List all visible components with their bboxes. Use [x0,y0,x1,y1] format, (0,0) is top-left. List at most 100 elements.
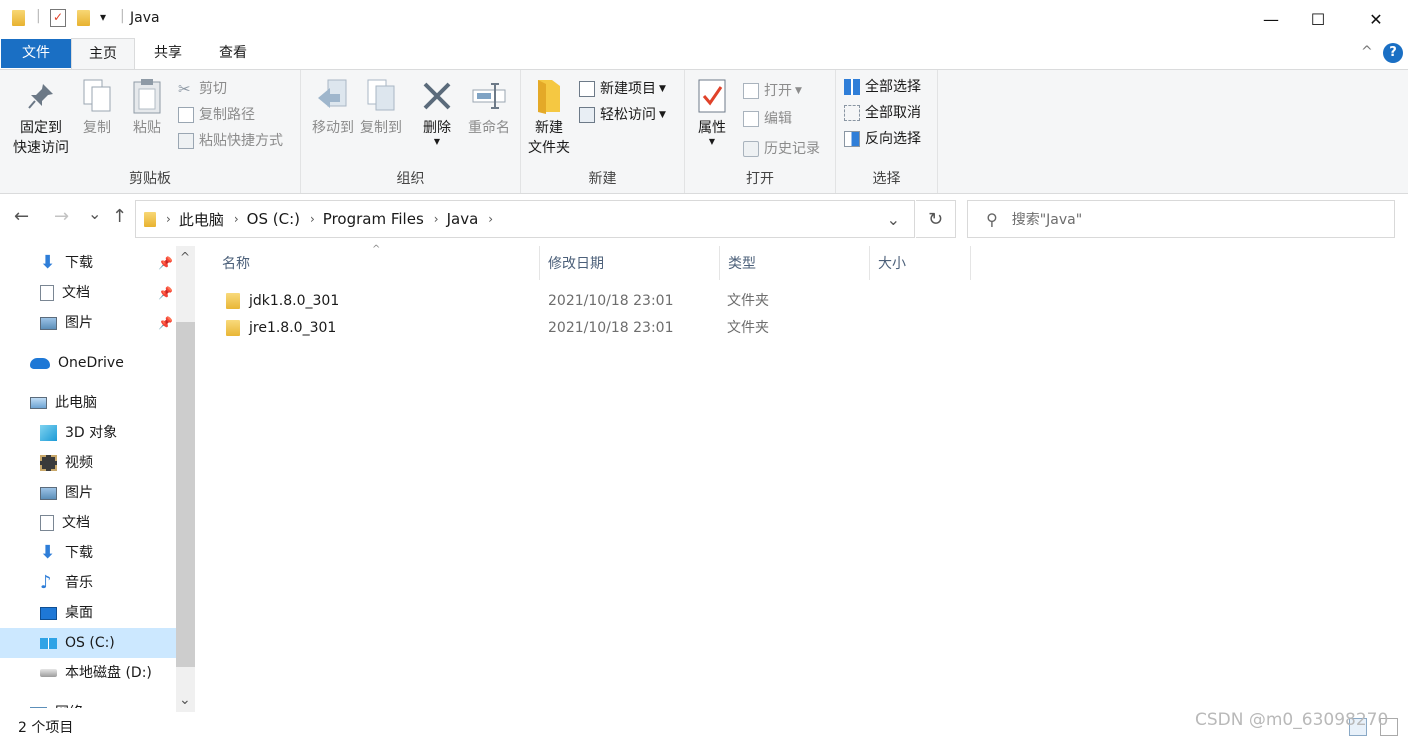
back-button[interactable]: ← [14,206,29,227]
watermark: CSDN @m0_63098270 [1195,710,1389,730]
help-icon[interactable]: ? [1383,43,1403,63]
new-folder-label-line1: 新建 [535,120,563,136]
invert-selection-button[interactable]: 反向选择 [844,128,921,150]
scrollbar-thumb[interactable] [176,322,195,667]
history-button[interactable]: 历史记录 [743,138,820,160]
refresh-button[interactable]: ↻ [916,200,956,238]
table-row[interactable]: jre1.8.0_301 2021/10/18 23:01 文件夹 [215,315,975,342]
nav-item-music[interactable]: ♪ 音乐 [40,568,93,598]
edit-icon [743,111,759,127]
quick-access-dropdown-icon[interactable]: ▾ [100,10,106,24]
nav-item-label: 图片 [65,485,93,501]
delete-dropdown-icon[interactable]: ▼ [417,138,457,146]
nav-item-label: 图片 [65,315,93,331]
open-group: 属性 ▼ 打开 ▼ 编辑 历史记录 打开 [685,70,836,193]
new-folder-quick-icon[interactable] [77,10,90,26]
tab-home[interactable]: 主页 [71,38,135,70]
properties-quick-icon[interactable]: ✓ [50,9,66,27]
nav-pane-scrollbar[interactable]: ^ ⌄ [176,246,195,712]
tab-share[interactable]: 共享 [138,38,198,69]
invert-selection-icon [844,131,860,147]
copy-to-icon [363,78,399,114]
forward-button[interactable]: → [54,206,69,227]
nav-item-pictures-quick[interactable]: 图片 [40,308,93,338]
breadcrumb-java[interactable]: Java [447,210,479,228]
nav-item-this-pc[interactable]: 此电脑 [30,388,97,418]
up-button[interactable]: ↑ [112,206,127,227]
title-bar: | ✓ ▾ | Java — ☐ ✕ [0,0,1408,38]
paste-shortcut-button[interactable]: 粘贴快捷方式 [178,130,283,152]
new-folder-button[interactable]: 新建 文件夹 [525,78,573,158]
file-type: 文件夹 [727,293,769,309]
nav-item-pictures[interactable]: 图片 [40,478,93,508]
nav-item-onedrive[interactable]: OneDrive [30,348,124,378]
breadcrumb-separator[interactable]: › [434,212,439,226]
nav-item-desktop[interactable]: 桌面 [40,598,93,628]
new-folder-label-line2: 文件夹 [528,140,570,156]
breadcrumb-separator[interactable]: › [234,212,239,226]
breadcrumb-program-files[interactable]: Program Files [323,210,424,228]
breadcrumb-separator[interactable]: › [166,212,171,226]
nav-item-os-c-selected[interactable]: OS (C:) [0,628,176,658]
nav-item-documents[interactable]: 文档 [40,508,90,538]
breadcrumb-separator[interactable]: › [488,212,493,226]
easy-access-icon [579,107,595,123]
easy-access-button[interactable]: 轻松访问 ▼ [579,104,666,126]
column-header-name[interactable]: 名称 [214,246,540,280]
select-none-label: 全部取消 [865,105,921,121]
new-group-label: 新建 [588,171,617,187]
tab-view[interactable]: 查看 [202,38,264,69]
pin-icon[interactable]: 📌 [158,256,173,270]
nav-item-downloads[interactable]: ⬇ 下载 [40,538,93,568]
nav-item-local-disk-d[interactable]: 本地磁盘 (D:) [40,658,152,688]
tab-file[interactable]: 文件 [1,39,71,68]
pin-label-line1: 固定到 [20,120,62,136]
properties-label: 属性 [698,120,726,136]
pin-icon[interactable]: 📌 [158,286,173,300]
select-all-button[interactable]: 全部选择 [844,76,921,98]
breadcrumb-separator[interactable]: › [310,212,315,226]
minimize-button[interactable]: — [1248,0,1294,38]
paste-button[interactable]: 粘贴 [124,78,170,138]
new-item-button[interactable]: 新建项目 ▼ [579,78,666,100]
table-row[interactable]: jdk1.8.0_301 2021/10/18 23:01 文件夹 [215,288,975,315]
nav-item-3d-objects[interactable]: 3D 对象 [40,418,117,448]
nav-item-videos[interactable]: 视频 [40,448,93,478]
scroll-up-icon[interactable]: ^ [180,250,190,264]
recent-locations-icon[interactable]: ⌄ [88,204,101,223]
edit-button[interactable]: 编辑 [743,108,792,130]
new-item-dropdown-icon: ▼ [659,84,666,94]
open-button[interactable]: 打开 ▼ [743,80,802,102]
move-to-button[interactable]: 移动到 [305,78,361,138]
nav-item-downloads-quick[interactable]: ⬇ 下载 [40,248,93,278]
breadcrumb-os-c[interactable]: OS (C:) [247,210,300,228]
copy-to-button[interactable]: 复制到 [357,78,405,138]
copy-button[interactable]: 复制 [76,78,118,138]
new-item-label: 新建项目 [600,81,656,97]
delete-button[interactable]: 删除 ▼ [417,78,457,146]
address-bar[interactable]: › 此电脑 › OS (C:) › Program Files › Java ›… [135,200,915,238]
scroll-down-icon[interactable]: ⌄ [179,692,191,708]
rename-button[interactable]: 重命名 [461,78,517,138]
open-icon [743,83,759,99]
close-button[interactable]: ✕ [1353,0,1399,38]
pin-quick-access-button[interactable]: 固定到 快速访问 [8,78,74,158]
select-none-button[interactable]: 全部取消 [844,102,921,124]
collapse-ribbon-icon[interactable]: ^ [1361,44,1373,60]
column-header-size[interactable]: 大小 [870,246,971,280]
film-icon [40,455,57,471]
breadcrumb-this-pc[interactable]: 此电脑 [179,209,224,230]
properties-button[interactable]: 属性 ▼ [691,78,733,146]
copy-path-button[interactable]: 复制路径 [178,104,255,126]
address-dropdown-icon[interactable]: ⌄ [887,210,900,229]
cut-button[interactable]: ✂ 剪切 [178,78,227,100]
column-header-type[interactable]: 类型 [720,246,870,280]
rename-icon [471,78,507,114]
maximize-button[interactable]: ☐ [1295,0,1341,38]
nav-item-network-partial[interactable]: 网络 [30,698,83,708]
pin-icon[interactable]: 📌 [158,316,173,330]
properties-dropdown-icon[interactable]: ▼ [691,138,733,146]
column-header-date[interactable]: 修改日期 [540,246,720,280]
nav-item-documents-quick[interactable]: 文档 [40,278,90,308]
search-box[interactable]: ⚲ 搜索"Java" [967,200,1395,238]
